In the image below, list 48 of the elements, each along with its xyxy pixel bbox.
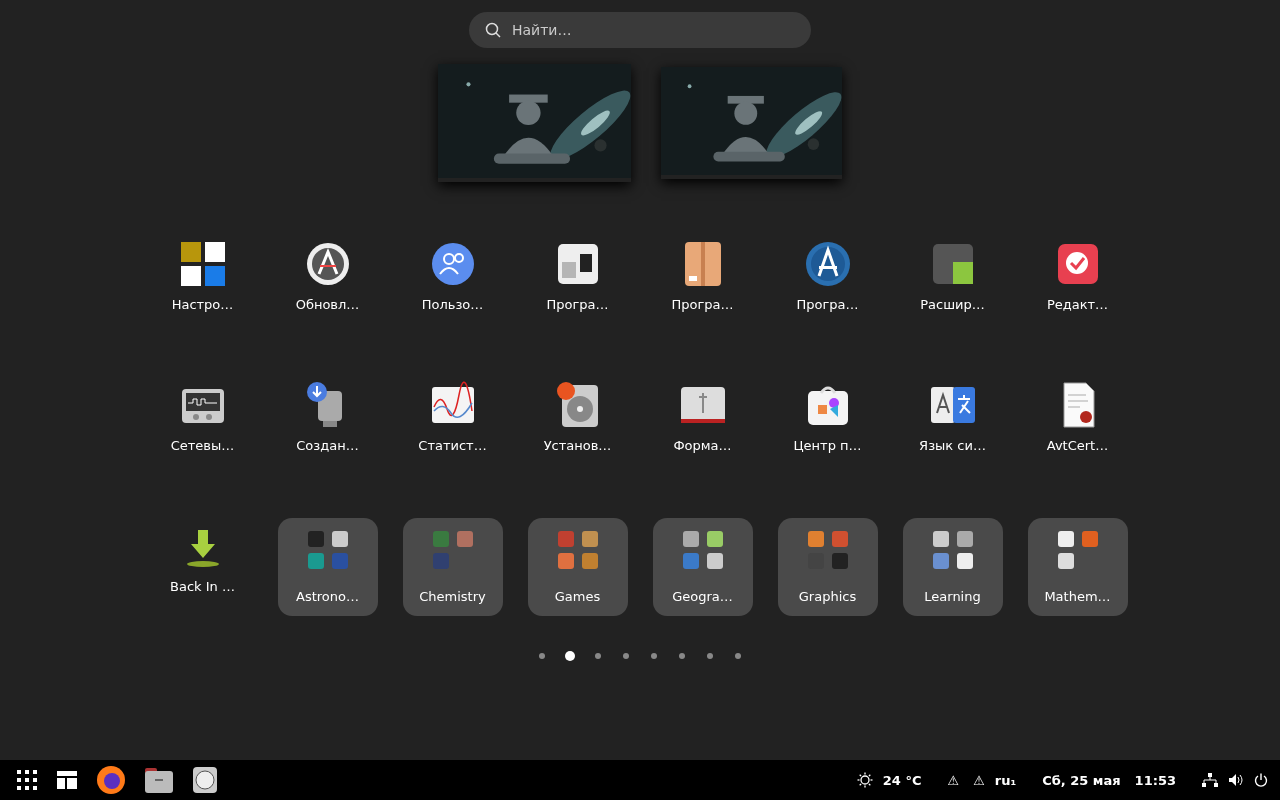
clock[interactable]: 11:53 (1134, 772, 1176, 788)
app-folder[interactable]: Chemistry (402, 518, 503, 616)
app-launcher[interactable]: Язык си… (897, 381, 1008, 453)
app-launcher[interactable]: Пользо… (397, 240, 508, 312)
app-folder[interactable]: Astrono… (277, 518, 378, 616)
browser-icon[interactable] (96, 765, 126, 795)
sun-icon (856, 772, 873, 788)
app-icons-drawing (1055, 530, 1100, 570)
app-icons-drawing (930, 530, 975, 570)
app-icons-drawing (430, 530, 475, 570)
app-launcher[interactable]: Создан… (272, 381, 383, 453)
app-icons-drawing (805, 530, 850, 570)
layout-icon[interactable] (56, 770, 78, 790)
search-field[interactable]: Найти… (469, 12, 811, 48)
app-folder[interactable]: Mathem… (1027, 518, 1128, 616)
tiles-icon (178, 240, 227, 288)
app-launcher[interactable]: Форма… (647, 381, 758, 453)
warning-indicator[interactable]: ⚠ (973, 772, 985, 788)
app-launcher[interactable]: Статист… (397, 381, 508, 453)
app-launcher[interactable]: Настро… (147, 240, 258, 312)
app-launcher[interactable]: Back In … (147, 522, 258, 594)
app-folder[interactable]: Learning (902, 518, 1003, 616)
app-grid-icon[interactable] (16, 769, 38, 791)
app-launcher[interactable]: Програ… (522, 240, 633, 312)
weather-temperature[interactable]: 24 °C (882, 772, 922, 788)
app-launcher[interactable]: Расшир… (897, 240, 1008, 312)
app-launcher[interactable]: Програ… (772, 240, 883, 312)
app-folder[interactable]: Geogra… (652, 518, 753, 616)
date[interactable]: Сб, 25 мая (1042, 772, 1121, 788)
app-launcher[interactable]: AvtCert… (1022, 381, 1133, 453)
volume-icon[interactable] (1228, 773, 1244, 787)
app-icons-drawing (680, 530, 725, 570)
app-folder[interactable]: Graphics (777, 518, 878, 616)
app-icons-drawing (555, 530, 600, 570)
warning-indicator[interactable]: ⚠ (947, 772, 960, 788)
app-launcher[interactable]: Сетевы… (147, 381, 258, 453)
power-icon[interactable] (1254, 773, 1268, 787)
app-icons-drawing (305, 530, 350, 570)
app-launcher[interactable]: Редакт… (1022, 240, 1133, 312)
page-indicator[interactable] (565, 651, 575, 661)
app-launcher[interactable]: Програ… (647, 240, 758, 312)
app-launcher[interactable]: Обновл… (272, 240, 383, 312)
app-launcher[interactable]: Центр п… (772, 381, 883, 453)
keyboard-layout[interactable]: ru₁ (994, 772, 1017, 788)
app-folder[interactable]: Games (527, 518, 628, 616)
network-icon[interactable] (1202, 773, 1218, 787)
app-launcher[interactable]: Установ… (522, 381, 633, 453)
folder-icon[interactable] (144, 766, 174, 794)
